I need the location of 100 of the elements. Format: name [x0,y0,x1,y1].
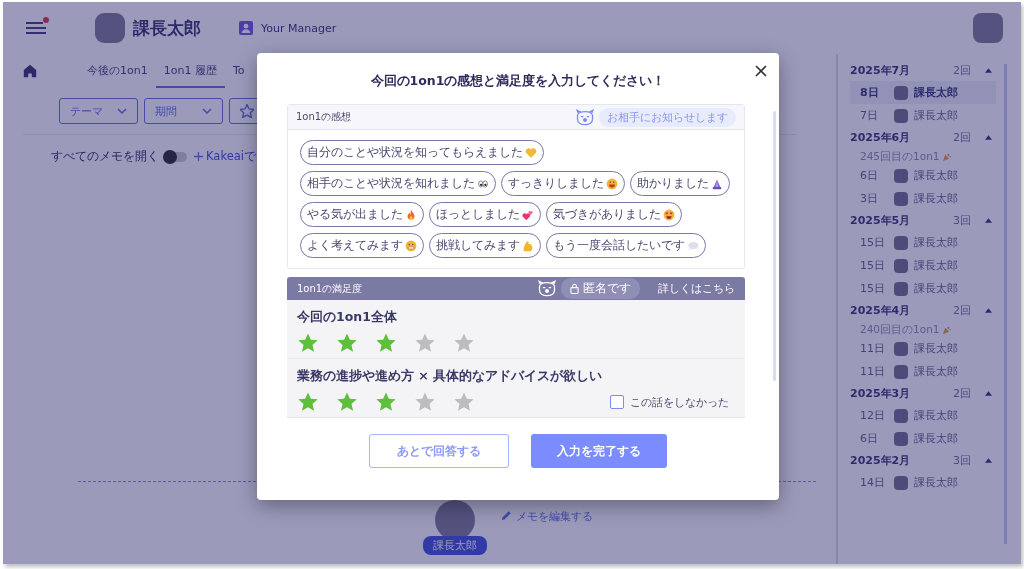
speech-bubble-icon [687,239,699,252]
star-rating[interactable] [297,332,475,354]
star-icon [240,104,254,118]
mascot-icon [537,280,557,297]
filter-dropdown[interactable]: テーマ [59,98,138,124]
star-icon[interactable] [453,391,475,413]
meeting-count: 2回 [953,130,971,145]
feedback-chip[interactable]: 気づきがありました [546,202,682,227]
caret-icon[interactable] [985,68,992,73]
chevron-down-icon [117,108,127,114]
meeting-count: 2回 [953,63,971,78]
month-heading: 2025年3月 [850,386,912,401]
history-item[interactable]: 12日 課長太郎 [850,404,996,427]
caret-icon[interactable] [985,135,992,140]
star-icon[interactable] [336,332,358,354]
star-icon[interactable] [453,332,475,354]
pencil-icon [501,510,512,521]
feedback-chip[interactable]: 相手のことや状況を知れました [300,171,496,196]
feedback-chip[interactable]: もう一度会話したいです [546,233,706,258]
history-item[interactable]: 6日 課長太郎 [850,164,996,187]
section-title: 1on1の満足度 [297,281,363,296]
history-item[interactable]: 6日 課長太郎 [850,427,996,450]
submit-button[interactable]: 入力を完了する [531,434,667,468]
flexed-arm-icon [522,239,534,252]
avatar [95,13,125,43]
feedback-chip[interactable]: 助かりました [630,171,730,196]
meeting-count: 2回 [953,303,971,318]
heart-icon [525,146,537,159]
answer-later-button[interactable]: あとで回答する [369,434,509,468]
month-heading: 2025年5月 [850,213,912,228]
history-item[interactable]: 11日 課長太郎 [850,337,996,360]
feedback-chip[interactable]: よく考えてみます [300,233,424,258]
avatar[interactable] [973,13,1003,43]
star-icon[interactable] [375,332,397,354]
dialog-title: 今回の1on1の感想と満足度を入力してください！ [370,73,666,90]
party-popper-icon [942,325,952,335]
caret-icon[interactable] [985,218,992,223]
history-item[interactable]: 15日 課長太郎 [850,231,996,254]
home-icon[interactable] [23,64,37,78]
meeting-count: 2回 [953,386,971,401]
star-icon[interactable] [297,332,319,354]
checkbox-label: この話をしなかった [630,394,729,410]
tab[interactable]: 今後の1on1 [79,54,156,88]
meeting-count: 3回 [953,213,971,228]
memo-toggle[interactable] [165,151,187,162]
tab[interactable]: 1on1 履歴 [155,54,225,88]
user-name: 課長太郎 [133,16,201,40]
close-icon[interactable] [753,63,769,79]
meeting-count: 3回 [953,453,971,468]
section-title: 1on1の感想 [296,110,352,124]
plus-icon [194,152,203,161]
grinning-face-icon [606,177,618,190]
role-label: Your Manager [261,21,337,35]
feedback-chip[interactable]: やる気が出ました [300,202,424,227]
eyes-icon [477,177,489,190]
history-item[interactable]: 11日 課長太郎 [850,360,996,383]
month-heading: 2025年6月 [850,130,912,145]
mascot-icon [575,108,595,126]
toggle-label: すべてのメモを開く [51,149,159,164]
edit-memo-link[interactable]: メモを編集する [516,509,593,524]
notice-bubble: お相手にお知らせします [599,107,736,127]
hearts-icon [522,208,534,221]
month-heading: 2025年4月 [850,303,912,318]
star-icon[interactable] [297,391,319,413]
history-item[interactable]: 15日 課長太郎 [850,254,996,277]
party-popper-icon [942,152,952,162]
caret-icon[interactable] [985,391,992,396]
feedback-chip[interactable]: すっきりしました [501,171,625,196]
history-item[interactable]: 7日 課長太郎 [850,104,996,127]
history-item[interactable]: 15日 課長太郎 [850,277,996,300]
star-icon[interactable] [375,391,397,413]
add-link[interactable]: Kakeaiで [206,149,256,164]
question-label: 今回の1on1全体 [297,309,398,326]
history-item[interactable]: 14日 課長太郎 [850,471,996,494]
feedback-chip[interactable]: 自分のことや状況を知ってもらえました [300,140,544,165]
smiling-face-icon [405,239,417,252]
star-icon[interactable] [414,391,436,413]
caret-icon[interactable] [985,308,992,313]
feedback-chip[interactable]: 挑戦してみます [429,233,541,258]
checkbox[interactable] [610,395,624,409]
star-rating[interactable] [297,391,475,413]
details-link[interactable]: 詳しくはこちら [658,281,735,296]
star-icon[interactable] [414,332,436,354]
filter-dropdown[interactable]: 期間 [144,98,223,124]
name-badge: 課長太郎 [423,536,487,555]
history-item[interactable]: 8日 課長太郎 [850,81,996,104]
feedback-chip[interactable]: ほっとしました [429,202,541,227]
star-icon[interactable] [336,391,358,413]
scrollbar[interactable] [773,111,776,381]
tab[interactable]: To [224,54,253,88]
history-item[interactable]: 3日 課長太郎 [850,187,996,210]
person-icon [239,21,253,35]
caret-icon[interactable] [985,458,992,463]
month-heading: 2025年7月 [850,63,912,78]
month-heading: 2025年2月 [850,453,912,468]
anonymous-label: 匿名です [583,280,631,297]
heart-eyes-face-icon [663,208,675,221]
question-label: 業務の進捗や進め方 × 具体的なアドバイスが欲しい [297,368,604,385]
lock-icon [570,283,579,294]
chevron-down-icon [202,108,212,114]
